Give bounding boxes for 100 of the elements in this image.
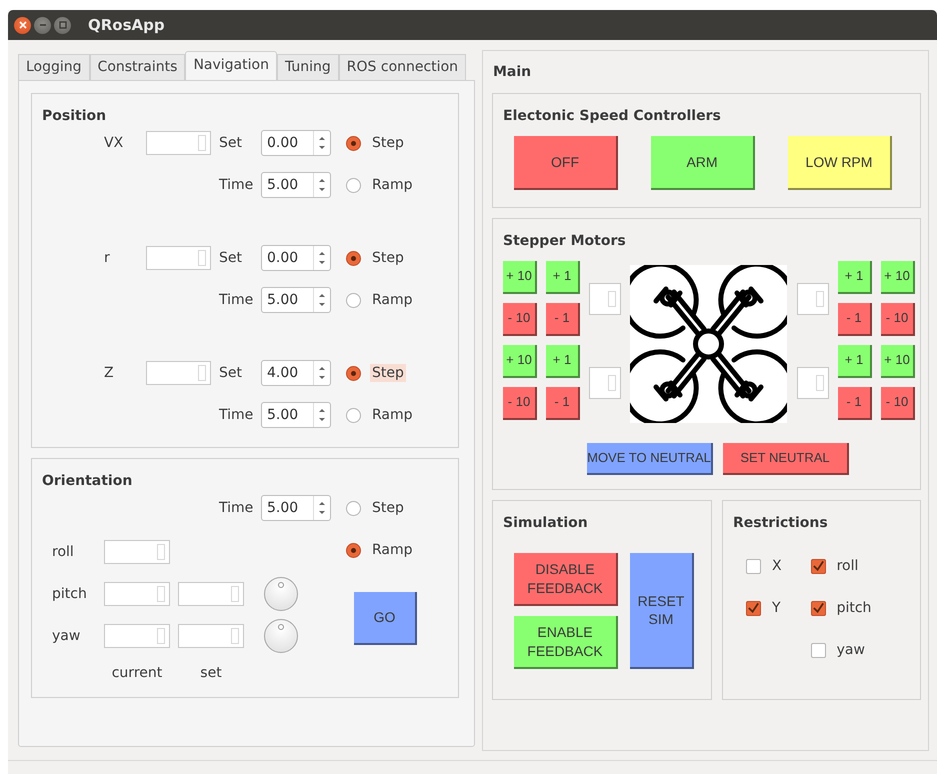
step-button[interactable]: - 1 [838, 303, 872, 336]
step-button[interactable]: - 10 [881, 387, 915, 420]
reset-button[interactable]: RESET SIM [630, 553, 694, 669]
number-display [797, 283, 829, 315]
radio-label[interactable]: Ramp [370, 291, 415, 309]
group-title: Stepper Motors [503, 232, 627, 251]
spin-box[interactable]: 5.00 [261, 495, 331, 521]
spin-box[interactable]: 0.00 [261, 130, 331, 156]
close-icon[interactable] [14, 16, 31, 34]
radio-button[interactable] [346, 136, 361, 150]
step-button[interactable]: - 10 [881, 303, 915, 336]
radio-label[interactable]: Step [370, 249, 406, 267]
radio-button[interactable] [346, 542, 361, 558]
spin-box[interactable]: 5.00 [261, 287, 331, 313]
step-button[interactable]: + 10 [503, 345, 537, 378]
dial[interactable] [264, 619, 298, 653]
axis-label: yaw [52, 628, 82, 644]
column-label: current [110, 665, 164, 681]
field-label: Set [219, 250, 243, 266]
tab[interactable]: Tuning [276, 54, 339, 80]
esc-button[interactable]: ARM [651, 136, 755, 190]
field-label: Set [219, 365, 243, 381]
checkbox[interactable] [810, 558, 826, 574]
spin-box[interactable]: 0.00 [261, 245, 331, 271]
radio-label[interactable]: Step [370, 499, 406, 517]
radio-button[interactable] [346, 500, 361, 516]
tab[interactable]: Constraints [90, 54, 186, 80]
checkbox-label[interactable]: pitch [834, 599, 874, 617]
step-button[interactable]: - 1 [546, 387, 580, 420]
radio-button[interactable] [346, 292, 361, 308]
axis-label: roll [52, 544, 75, 560]
step-button[interactable]: + 1 [546, 261, 580, 294]
number-display [797, 367, 829, 399]
number-display [104, 540, 170, 564]
radio-label[interactable]: Ramp [370, 406, 415, 424]
field-label: Set [219, 135, 243, 151]
step-button[interactable]: - 10 [503, 303, 537, 336]
step-button[interactable]: - 10 [503, 387, 537, 420]
field-label: Time [219, 177, 254, 193]
field-label: Time [219, 292, 254, 308]
spin-box[interactable]: 5.00 [261, 402, 331, 428]
spin-box[interactable]: 5.00 [261, 172, 331, 198]
panel-title: Main [492, 63, 532, 82]
radio-button[interactable] [346, 178, 361, 192]
radio-button[interactable] [346, 408, 361, 422]
field-label: Time [219, 407, 254, 423]
checkbox[interactable] [810, 642, 826, 658]
checkbox[interactable] [810, 600, 826, 616]
group-title: Orientation [42, 472, 134, 491]
dial[interactable] [264, 577, 298, 611]
tab[interactable]: Logging [18, 54, 90, 80]
go-button[interactable]: GO [354, 592, 417, 645]
step-button[interactable]: + 10 [881, 345, 915, 378]
checkbox[interactable] [746, 558, 761, 574]
radio-label[interactable]: Ramp [370, 541, 415, 559]
window-title: QRosApp [88, 16, 165, 34]
neutral-button[interactable]: SET NEUTRAL [723, 443, 849, 475]
number-display [104, 624, 170, 648]
group-title: Position [42, 107, 108, 126]
neutral-button[interactable]: MOVE TO NEUTRAL [587, 443, 713, 475]
step-button[interactable]: + 1 [546, 345, 580, 378]
group-title: Electonic Speed Controllers [503, 107, 722, 126]
checkbox-label[interactable]: yaw [834, 641, 867, 659]
radio-label[interactable]: Ramp [370, 176, 415, 194]
checkbox-label[interactable]: Y [770, 599, 783, 617]
radio-label[interactable]: Step [370, 364, 406, 382]
axis-label: Z [104, 365, 115, 381]
feedback-button[interactable]: DISABLE FEEDBACK [514, 553, 618, 606]
number-display [146, 361, 211, 385]
step-button[interactable]: + 10 [881, 261, 915, 294]
number-display [146, 131, 211, 155]
spin-box[interactable]: 4.00 [261, 360, 331, 386]
step-button[interactable]: + 1 [838, 261, 872, 294]
radio-button[interactable] [346, 366, 361, 380]
step-button[interactable]: - 1 [546, 303, 580, 336]
step-button[interactable]: - 1 [838, 387, 872, 420]
radio-label[interactable]: Step [370, 134, 406, 152]
axis-label: VX [104, 135, 124, 151]
maximize-icon[interactable] [54, 16, 71, 34]
number-display [589, 367, 621, 399]
axis-label: r [104, 250, 111, 266]
number-display [146, 246, 211, 270]
radio-button[interactable] [346, 250, 361, 266]
group-title: Restrictions [733, 514, 829, 533]
esc-button[interactable]: LOW RPM [788, 136, 892, 190]
checkbox-label[interactable]: roll [834, 557, 860, 575]
group-title: Simulation [503, 514, 589, 533]
tab[interactable]: ROS connection [338, 54, 466, 80]
checkbox[interactable] [746, 600, 761, 616]
step-button[interactable]: + 1 [838, 345, 872, 378]
number-display [589, 283, 621, 315]
number-display [104, 582, 170, 606]
column-label: set [199, 665, 223, 681]
tab[interactable]: Navigation [185, 51, 277, 80]
step-button[interactable]: + 10 [503, 261, 537, 294]
field-label: Time [219, 500, 254, 516]
feedback-button[interactable]: ENABLE FEEDBACK [514, 616, 618, 669]
esc-button[interactable]: OFF [514, 136, 618, 190]
axis-label: pitch [52, 586, 88, 602]
checkbox-label[interactable]: X [770, 557, 784, 575]
